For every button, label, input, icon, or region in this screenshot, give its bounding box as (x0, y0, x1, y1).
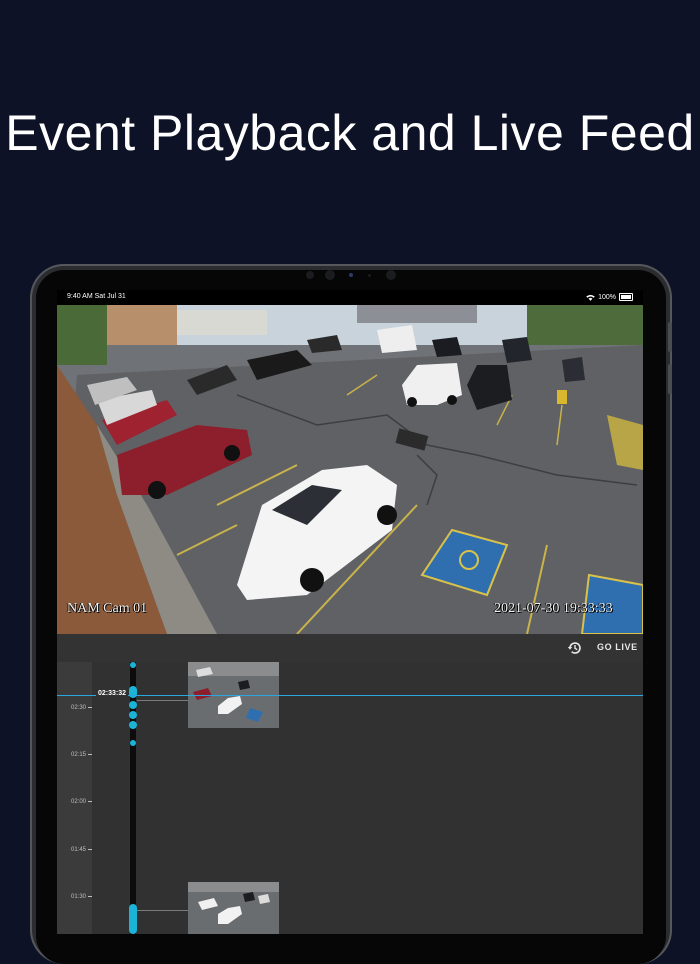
event-marker[interactable] (130, 662, 136, 668)
playhead-line[interactable] (57, 695, 643, 696)
time-ruler: 02:30 02:15 02:00 01:45 01:30 (57, 662, 92, 934)
tick-label: 02:00 (71, 799, 92, 805)
side-button (668, 364, 672, 394)
camera-feed[interactable]: NAM Cam 01 2021-07-30 19:33:33 (57, 305, 643, 634)
tick-label: 02:30 (71, 705, 92, 711)
status-time: 9:40 AM Sat Jul 31 (67, 293, 126, 300)
battery-percent: 100% (598, 293, 616, 301)
tick-label: 02:15 (71, 752, 92, 758)
event-marker[interactable] (129, 686, 137, 698)
headline: Event Playback and Live Feed (5, 105, 695, 161)
history-icon[interactable] (567, 640, 583, 656)
camera-sensors (0, 268, 700, 282)
camera-name-overlay: NAM Cam 01 (67, 601, 148, 616)
playhead-time: 02:33:32 (96, 690, 129, 697)
event-timeline[interactable]: 02:30 02:15 02:00 01:45 01:30 02:33:32 (57, 662, 643, 934)
event-marker[interactable] (129, 711, 137, 719)
connector-line (137, 700, 188, 701)
timestamp-overlay: 2021-07-30 19:33:33 (494, 601, 613, 616)
wifi-icon (586, 294, 595, 301)
go-live-button[interactable]: GO LIVE (597, 642, 638, 652)
app-screen: 9:40 AM Sat Jul 31 100% NAM Cam 01 2021-… (57, 290, 643, 934)
event-marker[interactable] (129, 904, 137, 934)
status-bar: 9:40 AM Sat Jul 31 100% (57, 290, 643, 305)
side-button (668, 322, 672, 352)
event-marker[interactable] (130, 740, 136, 746)
event-marker[interactable] (129, 721, 137, 729)
tick-label: 01:30 (71, 894, 92, 900)
playback-toolbar: GO LIVE (57, 634, 643, 662)
event-thumbnail[interactable] (188, 882, 279, 934)
connector-line (137, 910, 188, 911)
battery-icon (619, 293, 633, 301)
tick-label: 01:45 (71, 847, 92, 853)
event-marker[interactable] (129, 701, 137, 709)
